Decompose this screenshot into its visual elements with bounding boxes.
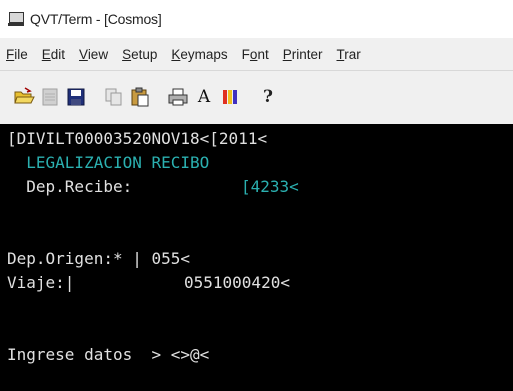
menu-file[interactable]: File [6,47,28,62]
menu-bar: File Edit View Setup Keymaps Font Printe… [0,38,513,71]
menu-font[interactable]: Font [242,47,269,62]
title-bar: QVT/Term - [Cosmos] [0,0,513,38]
viaje-label: Viaje:| [7,273,75,292]
menu-edit[interactable]: Edit [42,47,65,62]
print-icon[interactable] [167,86,189,108]
save-disk-icon[interactable] [65,86,87,108]
dep-recibe-label: Dep.Recibe: [7,177,133,196]
viaje-field[interactable]: 0551000420< [184,271,290,295]
menu-view[interactable]: View [79,47,108,62]
terminal-header-line: [DIVILT00003520NOV18<[2011< [7,129,268,148]
copy-icon[interactable] [103,86,125,108]
open-folder-icon[interactable] [13,86,35,108]
dep-recibe-field[interactable]: [4233< [241,175,299,199]
window-title: QVT/Term - [Cosmos] [30,11,162,27]
menu-transfer[interactable]: Trar [336,47,360,62]
dep-origen-field[interactable]: Dep.Origen:* | 055< [7,247,190,271]
font-icon[interactable]: A [193,86,215,108]
help-icon[interactable]: ? [257,86,279,108]
toolbar: A ? [0,71,513,123]
terminal-monitor-icon [8,12,24,26]
terminal-screen[interactable]: [DIVILT00003520NOV18<[2011< LEGALIZACION… [0,124,513,391]
input-prompt[interactable]: Ingrese datos > <>@< [7,343,209,367]
disabled-page-icon [39,86,61,108]
menu-printer[interactable]: Printer [283,47,323,62]
menu-keymaps[interactable]: Keymaps [171,47,227,62]
paste-icon[interactable] [129,86,151,108]
colors-icon[interactable] [219,86,241,108]
screen-title: LEGALIZACION RECIBO [7,153,210,172]
menu-setup[interactable]: Setup [122,47,157,62]
